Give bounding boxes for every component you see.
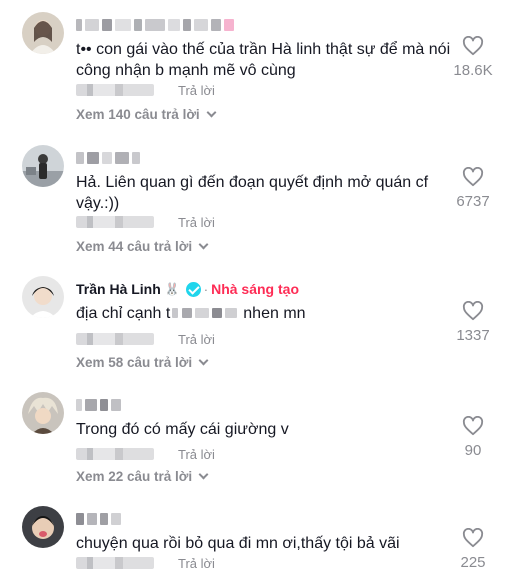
reply-button[interactable]: Trả lời [178,215,215,230]
reply-button[interactable]: Trả lời [178,332,215,347]
comment-text: địa chỉ cạnh t nhen mn [76,303,456,324]
view-replies-label: Xem 58 câu trả lời [76,355,193,370]
heart-outline-icon[interactable] [462,528,484,548]
chevron-down-icon [198,469,209,480]
chevron-down-icon [198,239,209,250]
separator-dot: · [203,281,209,297]
avatar[interactable] [22,145,64,187]
username-blurred[interactable] [76,16,237,34]
chevron-down-icon [206,107,217,118]
blurred-segment [182,308,193,318]
like-area: 90 [443,416,503,459]
bunny-emoji: 🐰 [164,282,180,296]
like-count: 6737 [456,193,490,210]
heart-outline-icon[interactable] [462,36,484,56]
username[interactable]: Trần Hà Linh [76,281,161,297]
like-count: 90 [464,442,482,459]
reply-button[interactable]: Trả lời [178,556,215,571]
comment-text-end: nhen mn [243,305,306,322]
avatar[interactable] [22,392,64,434]
username-blurred[interactable] [76,510,124,528]
creator-badge: Nhà sáng tạo [211,281,299,297]
heart-outline-icon[interactable] [462,167,484,187]
date-blurred [76,557,154,569]
blurred-segment [212,308,223,318]
comment-text: Trong đó có mấy cái giường v [76,421,289,438]
comment-meta: Trả lời [76,82,215,98]
view-replies-button[interactable]: Xem 44 câu trả lời [76,239,209,254]
comment-text-start: địa chỉ cạnh t [76,305,171,322]
view-replies-label: Xem 44 câu trả lời [76,239,193,254]
blurred-segment [195,308,210,318]
comment-text: chuyện qua rồi bỏ qua đi mn ơi,thấy tội … [76,535,400,552]
comment-meta: Trả lời [76,446,215,462]
date-blurred [76,448,154,460]
heart-outline-icon[interactable] [462,301,484,321]
blurred-segment [172,308,179,318]
date-blurred [76,84,154,96]
reply-button[interactable]: Trả lời [178,447,215,462]
date-blurred [76,216,154,228]
like-area: 6737 [443,167,503,210]
avatar[interactable] [22,276,64,318]
username-row: Trần Hà Linh 🐰 · Nhà sáng tạo [76,280,299,298]
avatar[interactable] [22,12,64,54]
comment-text: t•• con gái vào thế của trần Hà linh thậ… [76,41,451,79]
view-replies-label: Xem 140 câu trả lời [76,107,200,122]
username-blurred[interactable] [76,396,124,414]
like-count: 225 [460,554,486,571]
like-area: 225 [443,528,503,571]
like-count: 1337 [456,327,490,344]
blurred-segment [225,308,238,318]
view-replies-button[interactable]: Xem 22 câu trả lời [76,469,209,484]
avatar[interactable] [22,506,64,548]
like-area: 1337 [443,301,503,344]
view-replies-button[interactable]: Xem 58 câu trả lời [76,355,209,370]
comment-meta: Trả lời [76,331,215,347]
comment-meta: Trả lời [76,214,215,230]
chevron-down-icon [198,355,209,366]
username-blurred[interactable] [76,149,143,167]
like-count: 18.6K [453,62,493,79]
view-replies-button[interactable]: Xem 140 câu trả lời [76,107,217,122]
like-area: 18.6K [443,36,503,79]
comment-meta: Trả lời [76,555,215,571]
comment-text: Hả. Liên quan gì đến đoạn quyết định mở … [76,174,429,212]
date-blurred [76,333,154,345]
verified-icon [185,281,201,297]
heart-outline-icon[interactable] [462,416,484,436]
reply-button[interactable]: Trả lời [178,83,215,98]
view-replies-label: Xem 22 câu trả lời [76,469,193,484]
